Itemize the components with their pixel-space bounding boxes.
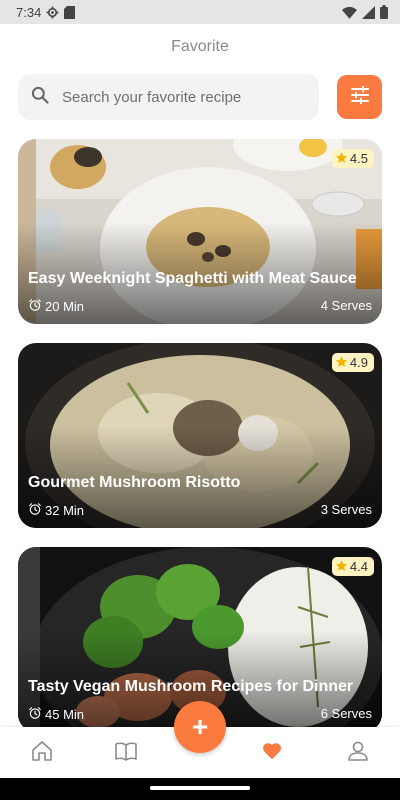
search-bar[interactable] bbox=[18, 74, 319, 120]
nav-home[interactable] bbox=[28, 739, 56, 767]
system-navigation-bar bbox=[0, 778, 400, 800]
status-time: 7:34 bbox=[16, 4, 42, 20]
star-icon bbox=[335, 151, 348, 167]
recipe-serves: 4 Serves bbox=[320, 298, 372, 313]
gesture-handle[interactable] bbox=[150, 786, 250, 790]
battery-icon bbox=[380, 5, 388, 19]
alarm-clock-icon bbox=[28, 298, 42, 315]
page-title: Favorite bbox=[171, 38, 229, 55]
recipe-title: Gourmet Mushroom Risotto bbox=[28, 474, 241, 491]
sd-card-icon bbox=[64, 5, 76, 19]
recipe-time-label: 32 Min bbox=[45, 503, 85, 518]
rating-badge: 4.5 bbox=[331, 149, 374, 168]
recipe-time: 32 Min bbox=[28, 502, 84, 519]
rating-badge: 4.9 bbox=[331, 353, 374, 372]
recipe-time-label: 20 Min bbox=[45, 299, 85, 314]
search-icon bbox=[30, 85, 50, 110]
rating-badge: 4.4 bbox=[331, 557, 374, 576]
recipe-serves: 3 Serves bbox=[320, 502, 372, 517]
recipe-title: Tasty Vegan Mushroom Recipes for Dinner bbox=[28, 678, 354, 695]
recipe-card[interactable]: 4.9 Gourmet Mushroom Risotto 32 Min 3 Se… bbox=[18, 343, 382, 528]
recipe-title: Easy Weeknight Spaghetti with Meat Sauce bbox=[28, 270, 357, 287]
recipe-time: 20 Min bbox=[28, 298, 84, 315]
book-icon bbox=[114, 739, 138, 768]
wifi-icon bbox=[342, 6, 357, 19]
recipe-card[interactable]: 4.5 Easy Weeknight Spaghetti with Meat S… bbox=[18, 139, 382, 324]
alarm-clock-icon bbox=[28, 706, 42, 723]
search-input[interactable] bbox=[62, 88, 297, 106]
recipe-time-label: 45 Min bbox=[45, 707, 85, 722]
nav-profile[interactable] bbox=[344, 739, 372, 767]
recipe-serves: 6 Serves bbox=[320, 706, 372, 721]
recipe-list[interactable]: 4.5 Easy Weeknight Spaghetti with Meat S… bbox=[18, 139, 382, 729]
recipe-time: 45 Min bbox=[28, 706, 84, 723]
alarm-clock-icon bbox=[28, 502, 42, 519]
signal-icon bbox=[362, 5, 375, 19]
rating-value: 4.9 bbox=[349, 355, 368, 370]
profile-icon bbox=[346, 739, 370, 768]
sliders-icon bbox=[350, 85, 370, 109]
star-icon bbox=[335, 559, 348, 575]
nav-recipes[interactable] bbox=[112, 739, 140, 767]
settings-gear-icon bbox=[46, 6, 59, 19]
star-icon bbox=[335, 355, 348, 371]
filter-button[interactable] bbox=[337, 75, 382, 119]
heart-icon bbox=[261, 740, 283, 767]
add-icon: + bbox=[191, 711, 209, 742]
home-icon bbox=[30, 739, 54, 768]
status-bar: 7:34 bbox=[0, 0, 400, 24]
rating-value: 4.5 bbox=[349, 151, 368, 166]
add-recipe-button[interactable]: + bbox=[174, 701, 226, 753]
rating-value: 4.4 bbox=[349, 559, 368, 574]
nav-favorite[interactable] bbox=[258, 739, 286, 767]
